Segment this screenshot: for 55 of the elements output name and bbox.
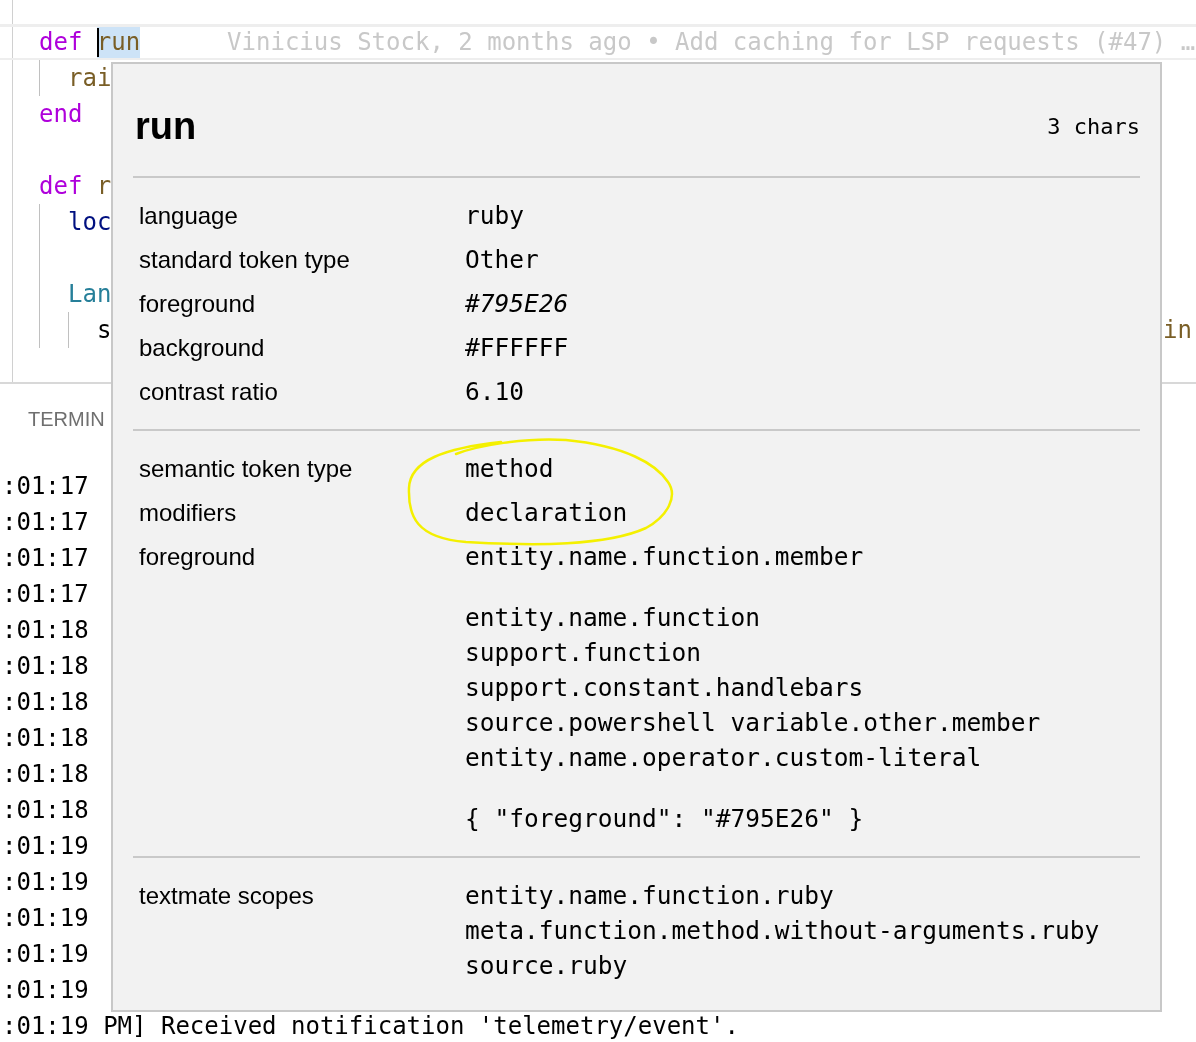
terminal-line: :01:18 — [2, 724, 89, 752]
property-value: #FFFFFF — [465, 332, 569, 362]
property-value: support.function — [465, 637, 701, 667]
code-token: end — [39, 99, 83, 130]
property-label: background — [139, 332, 266, 363]
code-token: loc — [68, 207, 112, 238]
property-value: entity.name.function.member — [465, 541, 864, 571]
token-length: 3 chars — [1047, 113, 1140, 139]
code-token: in — [1163, 315, 1193, 346]
code-token: def — [39, 171, 83, 202]
property-value: source.ruby — [465, 950, 628, 980]
property-value: 6.10 — [465, 376, 524, 406]
terminal-tab[interactable]: TERMIN — [28, 407, 105, 431]
code-token: s — [97, 315, 112, 346]
code-token: Lan — [68, 279, 112, 310]
code-token: run — [96, 27, 141, 58]
property-value: source.powershell variable.other.member — [465, 707, 1041, 737]
terminal-line: :01:19 — [2, 832, 89, 860]
property-value: meta.function.method.without-arguments.ruby — [465, 915, 1100, 945]
property-value: #795E26 — [465, 288, 569, 318]
property-label: foreground — [139, 541, 257, 572]
property-label: semantic token type — [139, 453, 354, 484]
terminal-line: :01:18 — [2, 760, 89, 788]
property-label: standard token type — [139, 244, 351, 275]
terminal-line: :01:17 — [2, 544, 89, 572]
property-value: entity.name.function — [465, 602, 760, 632]
property-value: support.constant.handlebars — [465, 672, 864, 702]
property-label: textmate scopes — [139, 880, 315, 911]
terminal-line: :01:18 — [2, 616, 89, 644]
property-value: declaration — [465, 497, 628, 527]
property-label: modifiers — [139, 497, 238, 528]
terminal-line: :01:19 — [2, 904, 89, 932]
terminal-line: :01:18 — [2, 796, 89, 824]
property-value: entity.name.operator.custom-literal — [465, 742, 982, 772]
terminal-line: :01:19 — [2, 868, 89, 896]
terminal-line: :01:17 — [2, 508, 89, 536]
property-value: Other — [465, 244, 539, 274]
token-title: run — [134, 104, 197, 148]
code-token: rai — [68, 63, 112, 94]
terminal-line: :01:19 — [2, 940, 89, 968]
property-value: { "foreground": "#795E26" } — [465, 803, 864, 833]
property-label: foreground — [139, 288, 257, 319]
property-label: contrast ratio — [139, 376, 279, 407]
property-value: entity.name.function.ruby — [465, 880, 834, 910]
property-label: language — [139, 200, 239, 231]
terminal-line: :01:17 — [2, 580, 89, 608]
code-token: def — [39, 27, 83, 58]
terminal-line: :01:18 — [2, 688, 89, 716]
terminal-line: :01:19 — [2, 976, 89, 1004]
code-token: r — [96, 171, 112, 202]
terminal-line: :01:18 — [2, 652, 89, 680]
property-value: ruby — [465, 200, 524, 230]
property-value: method — [465, 453, 554, 483]
terminal-line: :01:17 — [2, 472, 89, 500]
terminal-line: :01:19 PM] Received notification 'telemetry/event'. — [2, 1012, 739, 1040]
